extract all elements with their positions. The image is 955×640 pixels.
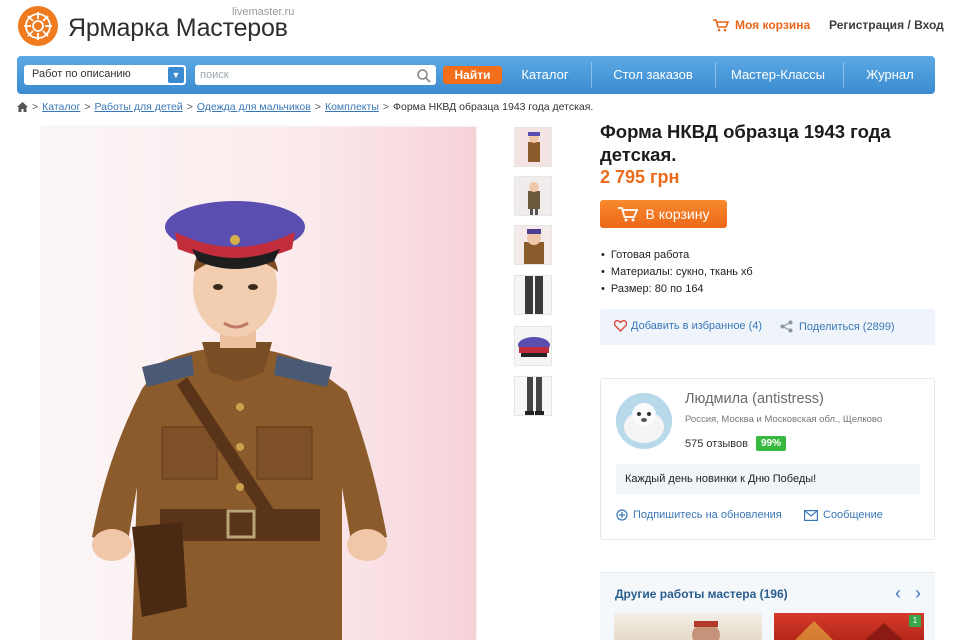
- nav-divider: [715, 62, 716, 88]
- product-title: Форма НКВД образца 1943 года детская.: [600, 121, 891, 165]
- breadcrumb-link-catalog[interactable]: Каталог: [42, 101, 80, 113]
- add-to-favorites-link[interactable]: Добавить в избранное (4): [614, 320, 762, 332]
- seller-location: Россия, Москва и Московская обл., Щелков…: [685, 414, 883, 425]
- seller-reviews: 575 отзывов 99%: [685, 436, 786, 451]
- other-works-nav: ‹ ›: [895, 583, 921, 604]
- heart-icon: [614, 320, 627, 332]
- chevron-right-icon[interactable]: ›: [915, 583, 921, 604]
- subscribe-link[interactable]: Подпишитесь на обновления: [616, 509, 782, 521]
- other-work-thumbnail[interactable]: 1: [774, 613, 924, 640]
- thumbnail-6[interactable]: [514, 376, 552, 416]
- thumbnail-5[interactable]: [514, 326, 552, 366]
- cart-icon: [713, 18, 729, 31]
- chevron-down-icon: ▼: [168, 67, 184, 83]
- breadcrumb-link-kids[interactable]: Работы для детей: [94, 101, 182, 113]
- thumbnail-3[interactable]: [514, 225, 552, 265]
- property-item: Готовая работа: [601, 247, 753, 264]
- seller-name[interactable]: Людмила (antistress): [685, 391, 824, 407]
- other-work-badge: 1: [909, 615, 921, 627]
- nav-catalog[interactable]: Каталог: [503, 56, 587, 94]
- property-item: Размер: 80 по 164: [601, 281, 753, 298]
- thumbnail-4[interactable]: [514, 275, 552, 315]
- product-price: 2 795 грн: [600, 167, 680, 187]
- nav-master-classes[interactable]: Мастер-Классы: [717, 56, 839, 94]
- breadcrumb-link-sets[interactable]: Комплекты: [325, 101, 379, 113]
- plus-circle-icon: [616, 509, 628, 521]
- thumbnail-1[interactable]: [514, 127, 552, 167]
- main-navbar: Работ по описанию ▼ Найти Каталог Стол з…: [17, 56, 935, 94]
- social-actions: Добавить в избранное (4) Поделиться (289…: [600, 309, 935, 345]
- envelope-icon: [804, 509, 818, 521]
- share-icon: [780, 320, 793, 333]
- register-login-link[interactable]: Регистрация / Вход: [829, 18, 944, 32]
- logo-icon[interactable]: [18, 6, 58, 46]
- logo-domain: livemaster.ru: [232, 6, 295, 18]
- share-label: Поделиться (2899): [799, 320, 895, 333]
- seller-card: Людмила (antistress) Россия, Москва и Мо…: [600, 378, 935, 540]
- find-button[interactable]: Найти: [443, 66, 502, 84]
- nav-journal[interactable]: Журнал: [845, 56, 935, 94]
- thumbnail-2[interactable]: [514, 176, 552, 216]
- logo-text[interactable]: Ярмарка Мастеров: [68, 14, 288, 43]
- nav-divider: [591, 62, 592, 88]
- breadcrumb-link-boys-clothes[interactable]: Одежда для мальчиков: [197, 101, 311, 113]
- home-icon[interactable]: [17, 102, 28, 112]
- seller-reviews-count[interactable]: 575 отзывов: [685, 438, 748, 450]
- seller-announcement: Каждый день новинки к Дню Победы!: [616, 464, 920, 494]
- add-to-cart-button[interactable]: В корзину: [600, 200, 727, 228]
- avatar[interactable]: [616, 393, 672, 449]
- add-to-cart-label: В корзину: [645, 206, 710, 222]
- breadcrumb-current: Форма НКВД образца 1943 года детская.: [393, 101, 594, 113]
- search-scope-select[interactable]: Работ по описанию ▼: [24, 65, 186, 85]
- other-work-thumbnail[interactable]: [614, 613, 762, 640]
- seller-rating-badge: 99%: [755, 436, 786, 451]
- nav-order-table[interactable]: Стол заказов: [593, 56, 713, 94]
- subscribe-label: Подпишитесь на обновления: [633, 509, 782, 521]
- nav-divider: [843, 62, 844, 88]
- chevron-left-icon[interactable]: ‹: [895, 583, 901, 604]
- search-input[interactable]: [195, 65, 436, 85]
- message-link[interactable]: Сообщение: [804, 509, 883, 521]
- cart-icon: [617, 206, 638, 221]
- add-to-favorites-label: Добавить в избранное (4): [631, 320, 763, 332]
- property-item: Материалы: сукно, ткань хб: [601, 264, 753, 281]
- search-icon[interactable]: [416, 68, 432, 84]
- product-properties: Готовая работа Материалы: сукно, ткань х…: [601, 247, 753, 298]
- breadcrumb: > Каталог > Работы для детей > Одежда дл…: [17, 101, 593, 113]
- other-works-panel: Другие работы мастера (196) ‹ › 1: [600, 572, 935, 640]
- product-main-photo[interactable]: [42, 127, 476, 640]
- my-cart-label: Моя корзина: [735, 18, 811, 32]
- other-works-title[interactable]: Другие работы мастера (196): [615, 587, 788, 601]
- my-cart-link[interactable]: Моя корзина: [713, 18, 810, 32]
- message-label: Сообщение: [823, 509, 883, 521]
- share-link[interactable]: Поделиться (2899): [780, 320, 895, 333]
- search-scope-value: Работ по описанию: [32, 68, 131, 80]
